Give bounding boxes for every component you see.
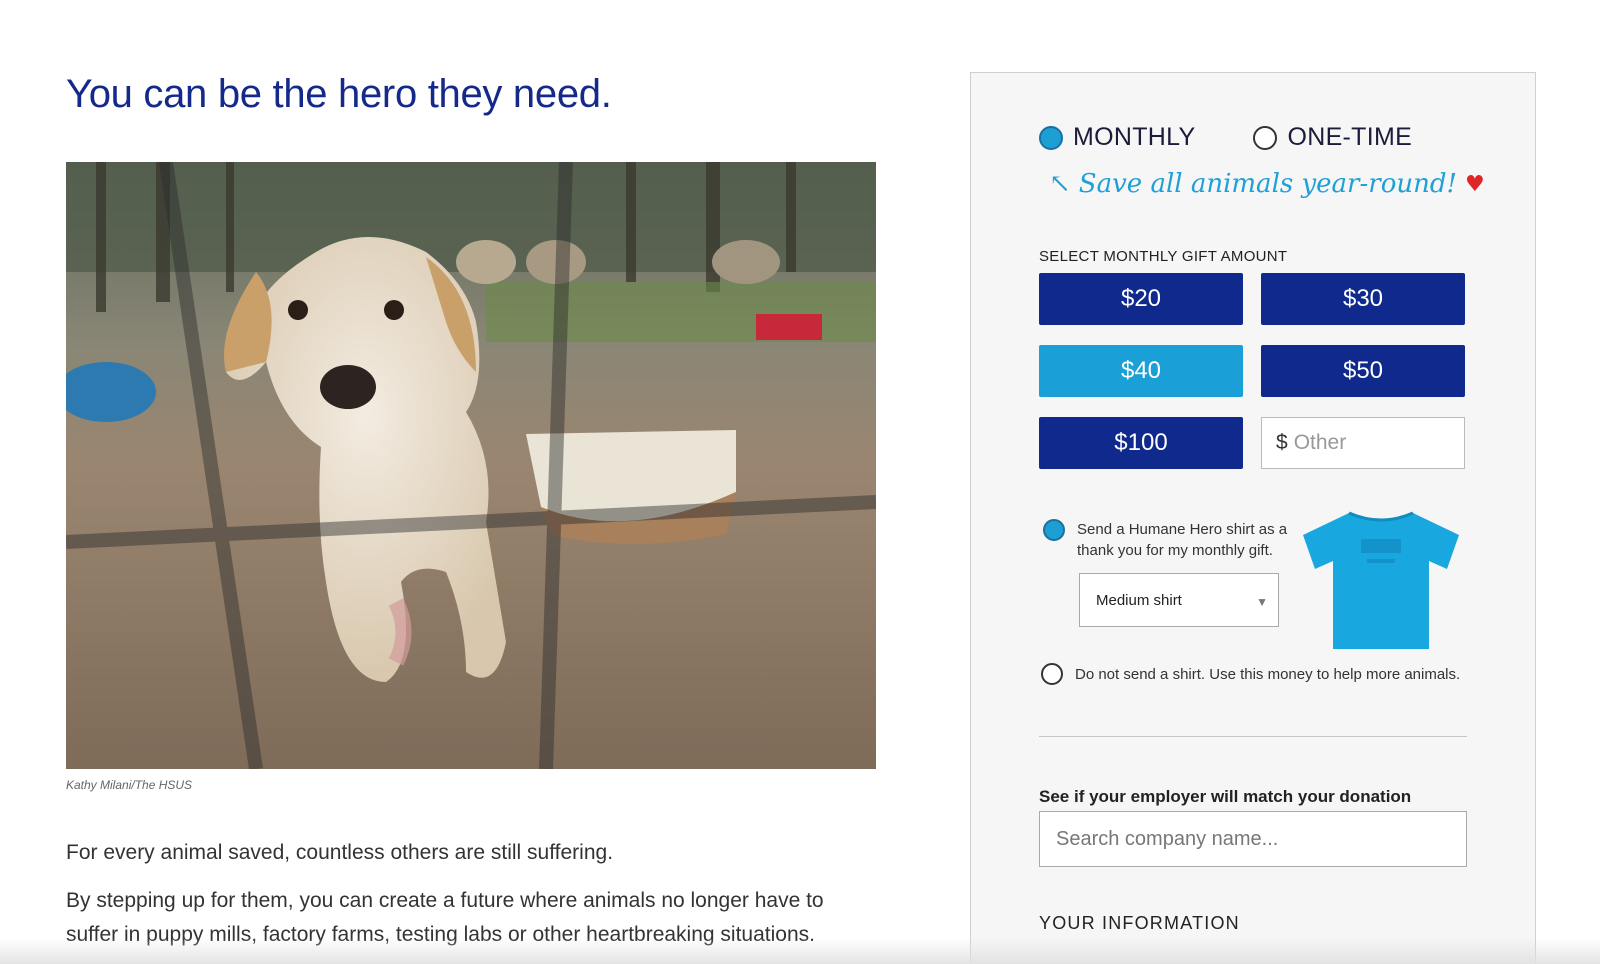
no-shirt-option[interactable]: Do not send a shirt. Use this money to h…	[1041, 663, 1460, 685]
tshirt-image	[1303, 511, 1459, 649]
page-title: You can be the hero they need.	[66, 72, 612, 116]
monthly-radio[interactable]	[1039, 125, 1063, 150]
onetime-radio[interactable]	[1253, 125, 1278, 150]
amount-button-50[interactable]: $50	[1261, 345, 1465, 397]
heart-icon: ♥	[1464, 171, 1485, 197]
frequency-monthly-option[interactable]: MONTHLY	[1039, 123, 1195, 152]
amount-button-30[interactable]: $30	[1261, 273, 1465, 325]
frequency-onetime-option[interactable]: ONE-TIME	[1253, 123, 1412, 152]
donation-form: MONTHLY ONE-TIME ↖ Save all animals year…	[970, 72, 1536, 964]
monthly-label: MONTHLY	[1073, 123, 1196, 151]
section-divider	[1039, 736, 1467, 737]
shirt-option[interactable]: Send a Humane Hero shirt as a thank you …	[1043, 519, 1297, 561]
curved-arrow-icon: ↖	[1049, 169, 1071, 199]
frequency-selector: MONTHLY ONE-TIME	[1039, 123, 1412, 152]
dog-photo-illustration	[66, 162, 876, 769]
shirt-size-value: Medium shirt	[1096, 591, 1182, 609]
photo-credit: Kathy Milani/The HSUS	[66, 778, 193, 792]
other-amount-placeholder: Other	[1293, 431, 1347, 454]
no-shirt-text: Do not send a shirt. Use this money to h…	[1075, 665, 1461, 683]
your-information-heading: YOUR INFORMATION	[1039, 913, 1240, 933]
monthly-tagline: ↖ Save all animals year-round! ♥	[1049, 169, 1485, 199]
no-shirt-radio[interactable]	[1041, 663, 1063, 685]
chevron-down-icon: ▼	[1256, 595, 1268, 609]
tagline-text: Save all animals year-round!	[1078, 169, 1457, 199]
bottom-fade	[0, 938, 1600, 964]
employer-match-label: See if your employer will match your don…	[1039, 787, 1412, 806]
intro-paragraph: For every animal saved, countless others…	[66, 841, 614, 864]
company-search-input[interactable]: Search company name...	[1039, 811, 1467, 867]
currency-symbol: $	[1276, 431, 1288, 454]
shirt-size-select[interactable]: Medium shirt ▼	[1079, 573, 1279, 627]
amount-button-40[interactable]: $40	[1039, 345, 1243, 397]
other-amount-input[interactable]: $ Other	[1261, 417, 1465, 469]
donation-page: You can be the hero they need. Kathy Mil…	[0, 0, 1600, 964]
gift-amount-heading: SELECT MONTHLY GIFT AMOUNT	[1039, 248, 1288, 265]
shirt-radio[interactable]	[1043, 519, 1065, 541]
amount-button-20[interactable]: $20	[1039, 273, 1243, 325]
amount-button-100[interactable]: $100	[1039, 417, 1243, 469]
shirt-option-text: Send a Humane Hero shirt as a thank you …	[1077, 521, 1288, 559]
company-search-placeholder: Search company name...	[1056, 827, 1279, 850]
gift-amount-grid: $20 $30 $40 $50 $100 $ Other	[1039, 273, 1465, 469]
dog-photo	[66, 162, 876, 769]
onetime-label: ONE-TIME	[1287, 123, 1413, 151]
